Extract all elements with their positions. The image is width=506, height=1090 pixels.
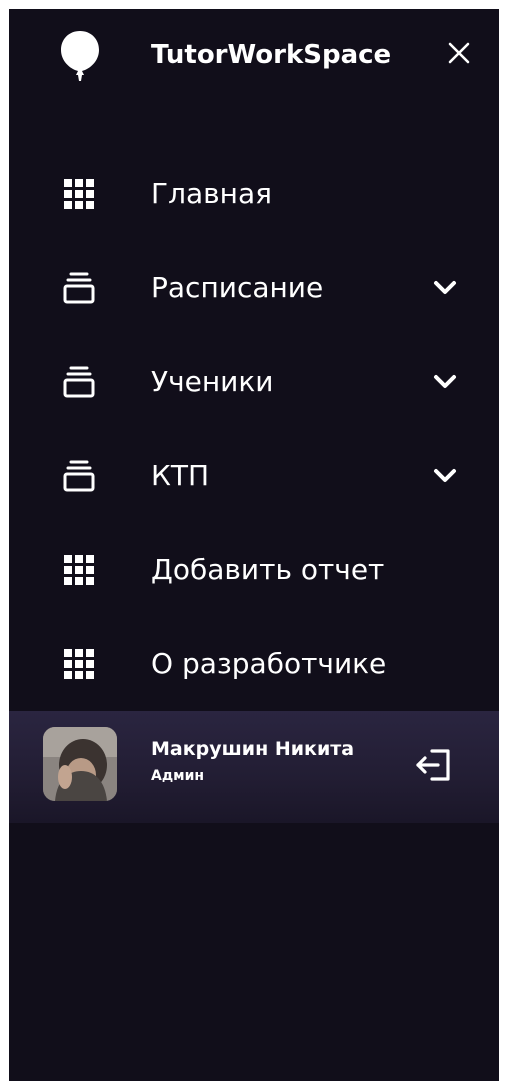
sidebar-item-add-report[interactable]: Добавить отчет (9, 523, 499, 617)
chevron-down-icon[interactable] (431, 274, 459, 302)
sidebar-header: TutorWorkSpace (9, 9, 499, 101)
grid-icon (64, 179, 94, 209)
sidebar-item-label: КТП (151, 459, 210, 492)
sidebar-item-label: Ученики (151, 365, 274, 398)
logout-icon[interactable] (414, 743, 458, 787)
close-icon[interactable] (441, 35, 477, 71)
grid-icon (64, 649, 94, 679)
app-title: TutorWorkSpace (151, 40, 392, 70)
sidebar-item-label: Добавить отчет (151, 553, 385, 586)
sidebar-item-label: Расписание (151, 271, 324, 304)
sidebar-item-ktp[interactable]: КТП (9, 429, 499, 523)
stack-icon (63, 272, 95, 304)
user-profile-card: Макрушин Никита Админ (9, 711, 499, 823)
avatar-photo (43, 727, 117, 801)
sidebar-item-label: Главная (151, 177, 272, 210)
grid-icon (64, 555, 94, 585)
user-name: Макрушин Никита (151, 738, 355, 760)
sidebar-item-label: О разработчике (151, 647, 387, 680)
avatar[interactable] (43, 727, 117, 801)
sidebar-item-about-developer[interactable]: О разработчике (9, 617, 499, 711)
user-role: Админ (151, 768, 205, 784)
stack-icon (63, 460, 95, 492)
stack-icon (63, 366, 95, 398)
balloon-icon (61, 31, 99, 81)
sidebar: TutorWorkSpace Главная Расписание Ученик… (9, 9, 499, 1081)
sidebar-item-students[interactable]: Ученики (9, 335, 499, 429)
chevron-down-icon[interactable] (431, 462, 459, 490)
chevron-down-icon[interactable] (431, 368, 459, 396)
sidebar-item-schedule[interactable]: Расписание (9, 241, 499, 335)
sidebar-item-home[interactable]: Главная (9, 147, 499, 241)
